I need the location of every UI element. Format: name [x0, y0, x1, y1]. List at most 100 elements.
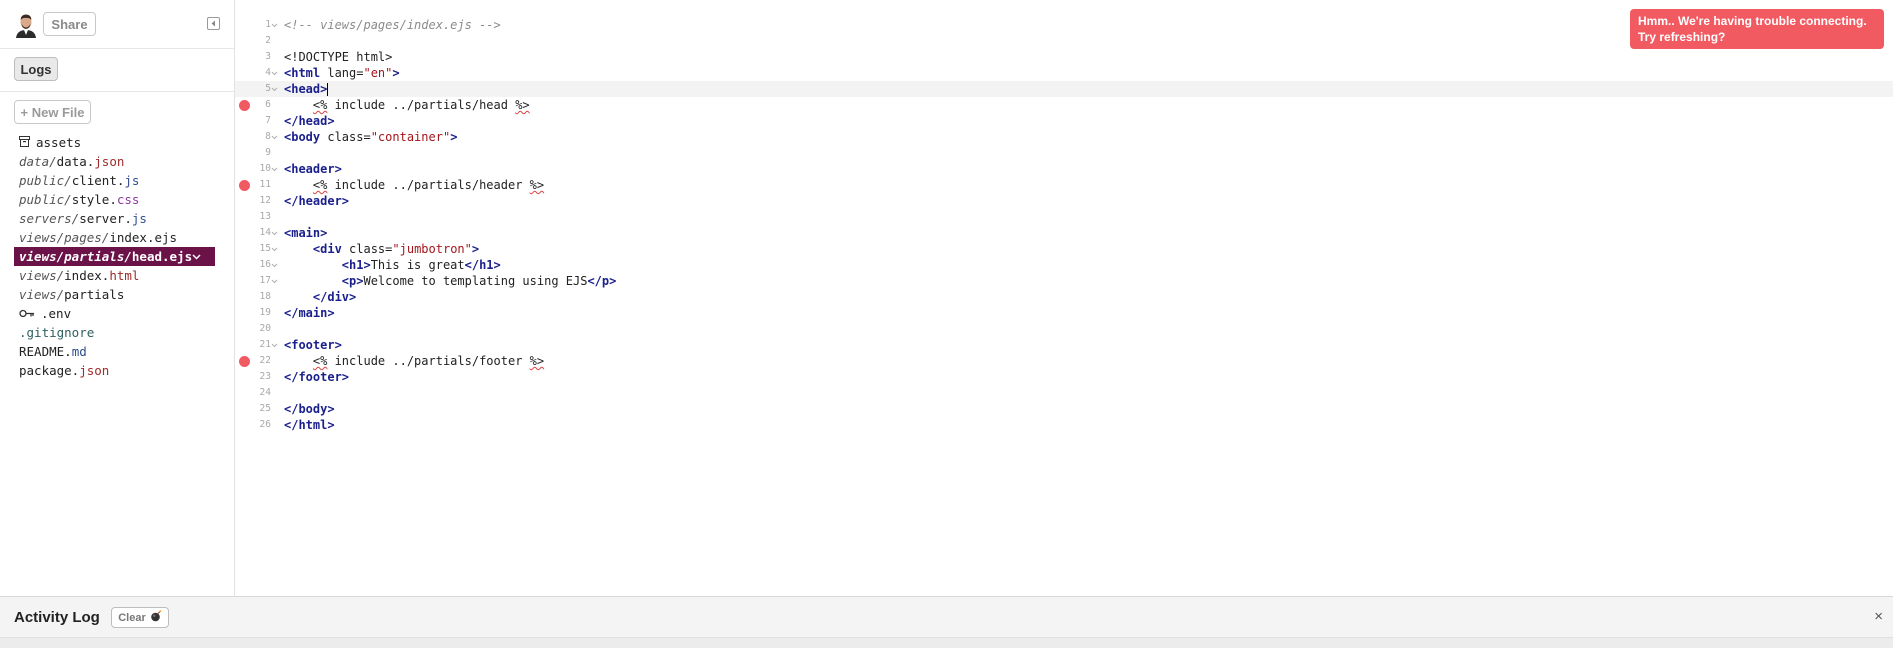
code-lines[interactable]: 1 <!-- views/pages/index.ejs --> 2 3 <!DOCTY… — [235, 17, 1893, 433]
file-name: index.ejs — [109, 230, 178, 245]
file-item[interactable]: public/style.css — [0, 190, 234, 209]
new-file-button[interactable]: + New File — [14, 100, 91, 124]
file-item[interactable]: README.md — [0, 342, 234, 361]
code-line[interactable]: 23 </footer> — [235, 369, 1893, 385]
code-token: </footer> — [284, 370, 350, 384]
code-line[interactable]: 12 </header> — [235, 193, 1893, 209]
file-item[interactable]: public/client.js — [0, 171, 234, 190]
file-ext: js — [131, 211, 147, 226]
file-name: style. — [71, 192, 117, 207]
line-number: 26 — [259, 419, 271, 430]
file-item[interactable]: .env — [0, 304, 234, 323]
code-line[interactable]: 8 <body class="container"> — [235, 129, 1893, 145]
line-number: 23 — [259, 371, 271, 382]
close-activity-log-icon[interactable]: × — [1874, 608, 1883, 625]
code-token: This is great — [370, 258, 465, 272]
code-line[interactable]: 15 <div class="jumbotron"> — [235, 241, 1893, 257]
line-number: 24 — [259, 387, 271, 398]
file-item[interactable]: views/index.html — [0, 266, 234, 285]
code-line[interactable]: 16 <h1>This is great</h1> — [235, 257, 1893, 273]
logs-button[interactable]: Logs — [14, 57, 58, 81]
code-token: "en" — [363, 66, 393, 80]
code-token: include ../partials/footer — [327, 354, 530, 368]
text-cursor — [327, 83, 329, 96]
code-token: </p> — [587, 274, 617, 288]
file-item[interactable]: views/partials/head.ejs — [14, 247, 215, 266]
code-line[interactable]: 13 — [235, 209, 1893, 225]
code-line[interactable]: 9 — [235, 145, 1893, 161]
code-token: <% — [312, 354, 328, 368]
file-dir: public/ — [19, 173, 72, 188]
line-number: 16 — [259, 259, 271, 270]
file-item[interactable]: assets — [0, 133, 234, 152]
code-text: <header> — [284, 161, 342, 177]
file-name: partials — [64, 287, 125, 302]
collapse-sidebar-icon[interactable] — [207, 17, 220, 30]
line-number: 10 — [259, 163, 271, 174]
code-line[interactable]: 7 </head> — [235, 113, 1893, 129]
code-line[interactable]: 17 <p>Welcome to templating using EJS</p… — [235, 273, 1893, 289]
file-name: data. — [56, 154, 95, 169]
file-item[interactable]: views/pages/index.ejs — [0, 228, 234, 247]
code-token: <p> — [341, 274, 364, 288]
line-number: 2 — [265, 35, 271, 46]
code-token: </div> — [312, 290, 357, 304]
code-text: </main> — [284, 305, 335, 321]
line-number: 8 — [265, 131, 271, 142]
file-ext: html — [109, 268, 140, 283]
code-editor[interactable]: 1 <!-- views/pages/index.ejs --> 2 3 <!DOCTY… — [235, 0, 1893, 596]
code-line[interactable]: 4 <html lang="en"> — [235, 65, 1893, 81]
code-line[interactable]: 6 <% include ../partials/head %> — [235, 97, 1893, 113]
line-number: 13 — [259, 211, 271, 222]
code-token: %> — [529, 354, 545, 368]
clear-log-button[interactable]: Clear — [111, 607, 169, 628]
code-token: include ../partials/head — [327, 98, 516, 112]
code-token: <html — [284, 66, 321, 80]
code-line[interactable]: 5 <head> — [235, 81, 1893, 97]
chevron-down-icon[interactable] — [192, 247, 201, 266]
code-token: <!-- views/pages/index.ejs --> — [284, 18, 501, 32]
code-token: <footer> — [284, 338, 342, 352]
file-name: README. — [19, 344, 72, 359]
file-dir: views/ — [19, 287, 65, 302]
file-name: head.ejs — [131, 249, 193, 264]
code-text: <html lang="en"> — [284, 65, 400, 81]
code-line[interactable]: 14 <main> — [235, 225, 1893, 241]
share-button[interactable]: Share — [43, 12, 96, 36]
file-item[interactable]: .gitignore — [0, 323, 234, 342]
activity-log-panel: Activity Log Clear × — [0, 596, 1893, 648]
code-line[interactable]: 26 </html> — [235, 417, 1893, 433]
avatar[interactable] — [13, 12, 39, 38]
code-line[interactable]: 20 — [235, 321, 1893, 337]
code-line[interactable]: 21 <footer> — [235, 337, 1893, 353]
toast-line-2: Try refreshing? — [1638, 30, 1726, 44]
box-icon — [19, 133, 30, 152]
code-line[interactable]: 10 <header> — [235, 161, 1893, 177]
file-item[interactable]: servers/server.js — [0, 209, 234, 228]
code-token: <% — [312, 178, 328, 192]
file-item[interactable]: data/data.json — [0, 152, 234, 171]
code-token: class= — [320, 130, 371, 144]
code-line[interactable]: 18 </div> — [235, 289, 1893, 305]
code-line[interactable]: 11 <% include ../partials/header %> — [235, 177, 1893, 193]
code-text: <div class="jumbotron"> — [284, 241, 479, 257]
code-line[interactable]: 3 <!DOCTYPE html> — [235, 49, 1893, 65]
file-name: client. — [71, 173, 125, 188]
code-text: <p>Welcome to templating using EJS</p> — [284, 273, 617, 289]
file-list: assets data/data.json public/client.js publ… — [0, 133, 234, 380]
code-line[interactable]: 24 — [235, 385, 1893, 401]
code-text: </header> — [284, 193, 349, 209]
line-number: 25 — [259, 403, 271, 414]
file-item[interactable]: package.json — [0, 361, 234, 380]
code-token: <head> — [284, 82, 328, 96]
code-token: </body> — [284, 402, 335, 416]
code-line[interactable]: 19 </main> — [235, 305, 1893, 321]
file-item[interactable]: views/partials — [0, 285, 234, 304]
code-line[interactable]: 25 </body> — [235, 401, 1893, 417]
code-token: class= — [341, 242, 393, 256]
code-line[interactable]: 22 <% include ../partials/footer %> — [235, 353, 1893, 369]
